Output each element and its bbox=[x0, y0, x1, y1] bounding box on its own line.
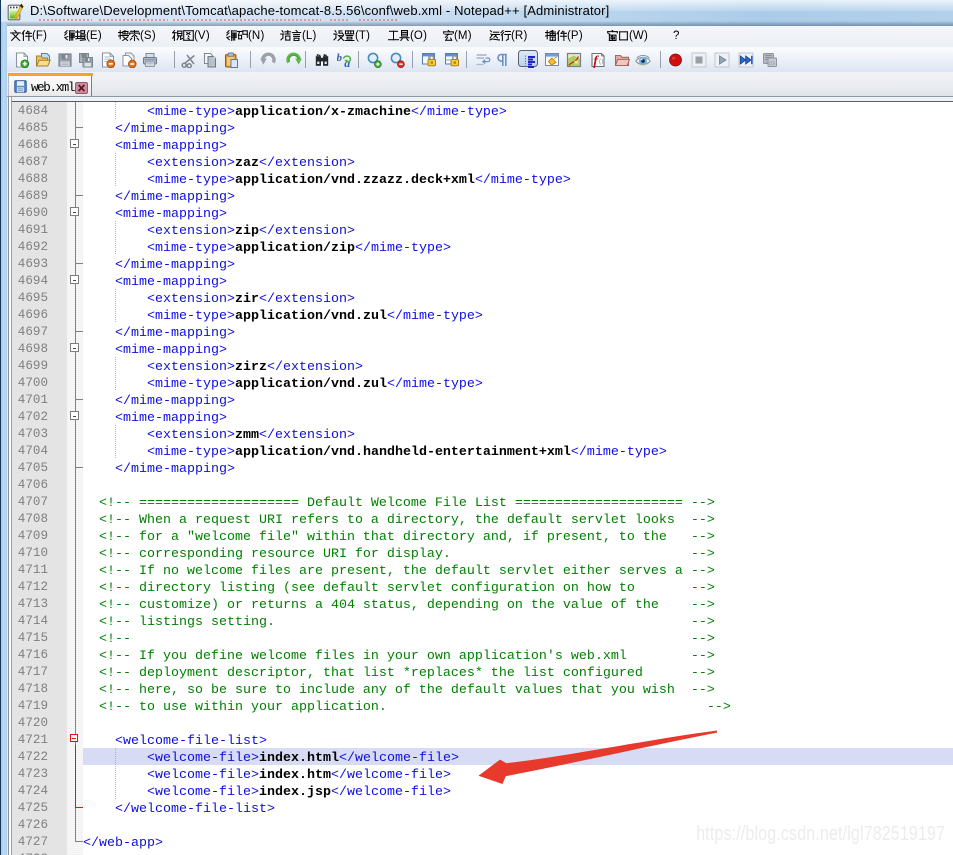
svg-text:b: b bbox=[337, 52, 343, 64]
svg-text:UC: UC bbox=[770, 62, 776, 66]
